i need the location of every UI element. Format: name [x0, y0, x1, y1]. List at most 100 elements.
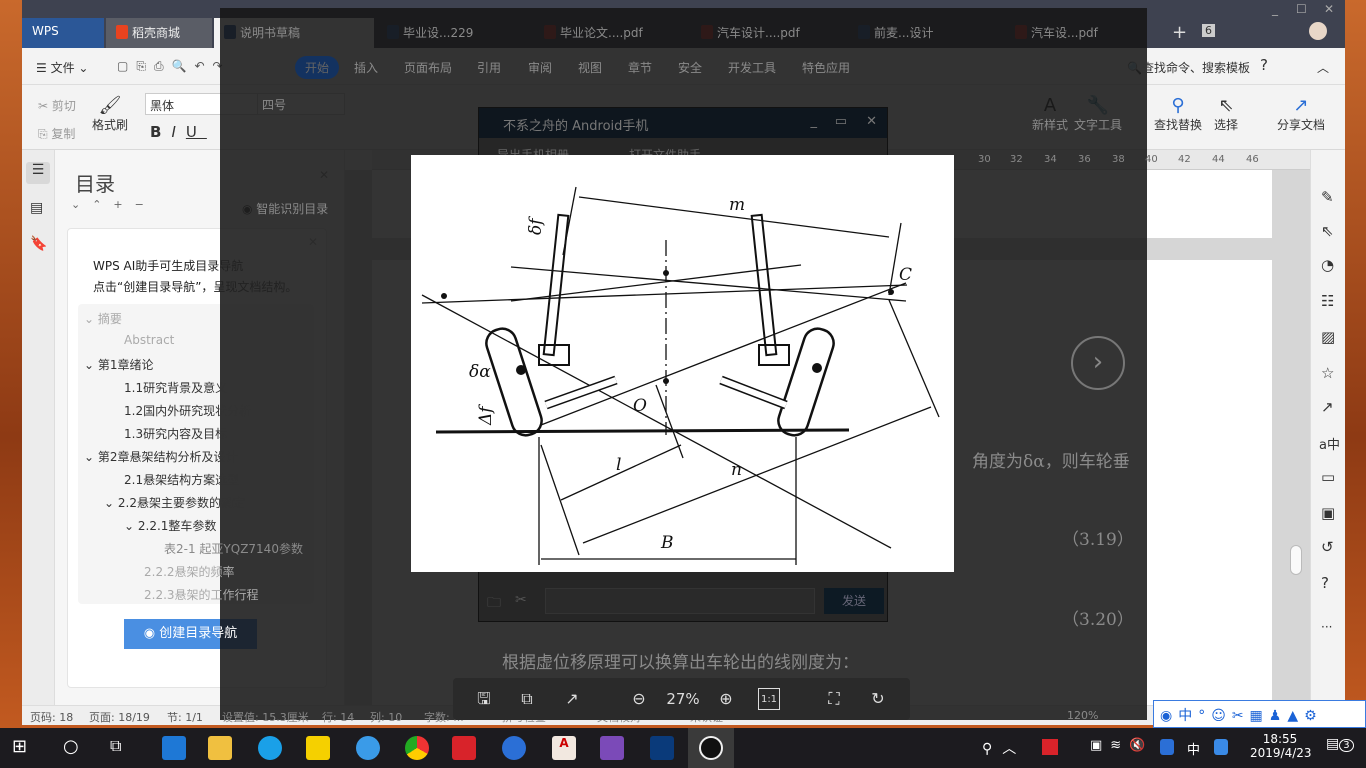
zoom-out-icon[interactable]: ⊖ [628, 688, 650, 710]
folder-icon[interactable]: 🗀 [487, 592, 501, 616]
save-icon[interactable]: 🖫 [473, 688, 495, 710]
menu-item-references[interactable]: 引用 [477, 59, 501, 76]
image-gallery-icon[interactable]: ▨ [1321, 328, 1335, 346]
next-image-button[interactable]: › [1071, 336, 1125, 390]
menu-item-view[interactable]: 视图 [578, 59, 602, 76]
clock[interactable]: 18:55 2019/4/23 [1250, 732, 1312, 760]
chevron-down-icon[interactable]: ⌄ [124, 519, 138, 533]
scissors-icon[interactable]: ✂ [515, 592, 527, 608]
shapes-icon[interactable]: ◔ [1321, 256, 1334, 274]
maximize-icon[interactable]: ☐ [1296, 2, 1307, 16]
chevron-down-icon[interactable]: ⌄ [84, 312, 98, 326]
zoom-level[interactable]: 120% [1067, 709, 1098, 722]
help-icon[interactable]: ? [1260, 56, 1268, 74]
history-icon[interactable]: ↺ [1321, 538, 1334, 556]
toc-item[interactable]: Abstract [104, 333, 174, 347]
zoom-in-icon[interactable]: ⊕ [715, 688, 737, 710]
minimize-icon[interactable]: _ [1272, 2, 1278, 16]
windows-start-icon[interactable]: ⊞ [12, 736, 27, 757]
menu-item-review[interactable]: 审阅 [528, 59, 552, 76]
toc-item[interactable]: 2.2.2悬架的频率 [124, 563, 235, 580]
text-format-buttons[interactable]: BIU [150, 123, 207, 141]
file-menu[interactable]: ☰ 文件 ⌄ [36, 59, 88, 76]
toc-item[interactable]: ⌄ 第2章悬架结构分析及设计 [84, 448, 238, 465]
menu-item-security[interactable]: 安全 [678, 59, 702, 76]
tab-wps[interactable]: WPS [22, 18, 104, 48]
pointer-icon[interactable]: ⇖ [1321, 222, 1334, 240]
command-search[interactable]: 🔍查找命令、搜索模板 [1127, 59, 1250, 76]
actual-size-button[interactable]: 1:1 [758, 688, 780, 710]
wps-icon[interactable] [502, 736, 526, 760]
notification-center-icon[interactable]: ▤ 3 [1326, 736, 1354, 752]
toc-item[interactable]: 1.3研究内容及目标 [104, 425, 227, 442]
security-icon[interactable] [1160, 739, 1174, 755]
help-circle-icon[interactable]: ? [1321, 574, 1329, 592]
vertical-scrollbar-thumb[interactable] [1290, 545, 1302, 575]
menu-item-home[interactable]: 开始 [295, 56, 340, 79]
close-icon[interactable]: ✕ [1324, 2, 1334, 16]
toc-item[interactable]: ⌄ 第1章绪论 [84, 356, 154, 373]
cortana-icon[interactable]: ○ [63, 736, 79, 757]
menu-item-developer[interactable]: 开发工具 [728, 59, 776, 76]
outline-icon[interactable]: ▤ [30, 200, 43, 216]
tray-app-icon[interactable] [1042, 739, 1058, 755]
youdao-icon[interactable] [452, 736, 476, 760]
menu-item-layout[interactable]: 页面布局 [404, 59, 452, 76]
toc-icon[interactable]: ☰ [26, 162, 50, 184]
toc-item[interactable]: 2.1悬架结构方案选型 [104, 471, 239, 488]
chevron-down-icon[interactable]: ⌄ [84, 450, 98, 464]
toc-item[interactable]: ⌄ 2.2.1整车参数 [124, 517, 216, 534]
tab-count-badge[interactable]: 6 [1202, 24, 1215, 37]
close-icon[interactable]: ✕ [866, 114, 877, 129]
find-replace-button[interactable]: ⚲ 查找替换 [1154, 95, 1202, 133]
toc-item[interactable]: ⌄ 2.2悬架主要参数的确定 [104, 494, 245, 511]
share-icon[interactable]: ↗ [561, 688, 583, 710]
quick-access-icons[interactable]: ▢⎘⎙🔍↶↷ [117, 59, 231, 74]
avatar[interactable] [1309, 22, 1327, 40]
bookmark-icon[interactable]: 🔖 [30, 236, 47, 252]
toc-controls[interactable]: ⌄⌃+− [71, 198, 156, 211]
menu-item-insert[interactable]: 插入 [354, 59, 378, 76]
archive-icon[interactable]: ▭ [1321, 468, 1335, 486]
toc-item[interactable]: 1.2国内外研究现状分析 [104, 402, 251, 419]
user-icon[interactable] [1214, 739, 1228, 755]
toc-item[interactable]: 1.1研究背景及意义 [104, 379, 227, 396]
minimize-icon[interactable]: _ [811, 114, 818, 129]
menu-item-special[interactable]: 特色应用 [802, 59, 850, 76]
sliders-icon[interactable]: ☷ [1321, 292, 1334, 310]
message-input[interactable] [545, 588, 815, 614]
copy-button[interactable]: ⎘ 复制 [38, 125, 75, 142]
maximize-icon[interactable]: ▭ [835, 114, 847, 129]
tab-docer[interactable]: 稻壳商城 [106, 18, 212, 48]
share-button[interactable]: ↗ 分享文档 [1277, 95, 1325, 133]
file-explorer-icon[interactable] [208, 736, 232, 760]
app-icon[interactable] [600, 736, 624, 760]
menu-item-chapter[interactable]: 章节 [628, 59, 652, 76]
tray-status-icons[interactable]: ▣≋🔇 [1090, 738, 1153, 753]
image-app-icon[interactable] [650, 736, 674, 760]
select-button[interactable]: ⇖ 选择 [1214, 95, 1238, 133]
player-icon[interactable] [306, 736, 330, 760]
format-painter-button[interactable]: 🖌 格式刷 [92, 95, 128, 133]
ime-indicator[interactable]: 中 [1187, 739, 1200, 758]
toc-item[interactable]: ⌄ 摘要 [84, 310, 122, 327]
ime-toolbar[interactable]: ◉中°☺✂▦♟▲⚙ [1153, 700, 1366, 728]
collapse-ribbon-icon[interactable]: ︿ [1317, 59, 1329, 76]
ie-icon[interactable] [356, 736, 380, 760]
star-icon[interactable]: ☆ [1321, 364, 1334, 382]
cut-button[interactable]: ✂ 剪切 [38, 97, 76, 114]
more-icon[interactable]: ··· [1321, 620, 1332, 634]
chrome-icon[interactable] [405, 736, 429, 760]
open-window-icon[interactable]: ⧉ [516, 688, 538, 710]
task-view-icon[interactable]: ⧉ [110, 736, 121, 756]
fit-screen-icon[interactable]: ⛶ [823, 688, 845, 710]
translate-icon[interactable]: a中 [1319, 434, 1340, 453]
qq-taskbar-button[interactable] [688, 728, 734, 768]
new-tab-plus-icon[interactable]: + [1172, 22, 1187, 43]
system-tray[interactable]: ⚲︿ [982, 738, 1026, 758]
picture-icon[interactable]: ▣ [1321, 504, 1335, 522]
browser-icon[interactable] [258, 736, 282, 760]
chevron-down-icon[interactable]: ⌄ [84, 358, 98, 372]
rotate-icon[interactable]: ↻ [867, 688, 889, 710]
chevron-down-icon[interactable]: ⌄ [104, 496, 118, 510]
